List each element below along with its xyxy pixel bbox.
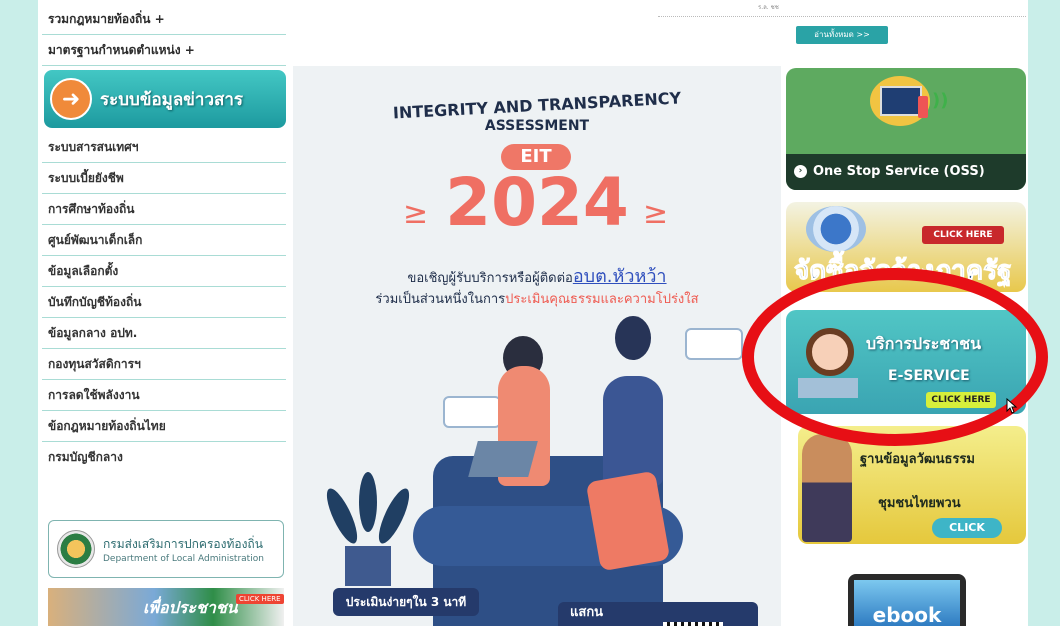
e-service-click-here: CLICK HERE [926,392,996,408]
for-people-text: เพื่อประชาชน [143,598,238,617]
service-agent-avatar [806,328,854,376]
desk-illustration [798,378,858,398]
sidebar-item-welfare-fund[interactable]: กองทุนสวัสดิการฯ [42,349,286,380]
for-people-banner[interactable]: เพื่อประชาชน CLICK HERE [48,588,284,626]
sidebar-item-local-education[interactable]: การศึกษาท้องถิ่น [42,194,286,225]
info-system-label: ระบบข้อมูลข่าวสาร [100,89,244,110]
oss-label-bar: › One Stop Service (OSS) [786,154,1026,190]
join-prefix: ร่วมเป็นส่วนหนึ่งในการ [375,292,506,307]
sidebar-item-child-center[interactable]: ศูนย์พัฒนาเด็กเล็ก [42,225,286,256]
oss-label: One Stop Service (OSS) [813,164,985,179]
dla-english-name: Department of Local Administration [103,553,264,564]
laptop-icon [468,441,538,477]
tiny-text: ร.ล. ชช [758,4,779,11]
man-head [615,316,651,360]
chevron-right-icon: › [794,165,807,178]
monitor-icon [880,86,922,116]
sidebar-item-allowance[interactable]: ระบบเบี้ยยังชีพ [42,163,286,194]
left-sidebar: รวมกฎหมายท้องถิ่น + มาตรฐานกำหนดตำแหน่ง … [40,0,288,626]
dla-thai-name: กรมส่งเสริมการปกครองท้องถิ่น [103,536,263,551]
easy-assessment-pill: ประเมินง่ายๆใน 3 นาที [333,588,479,616]
scan-label: แสกน [558,602,758,626]
ebook-label: ebook [854,580,960,626]
e-service-banner[interactable]: บริการประชาชน E-SERVICE CLICK HERE [786,310,1026,414]
menu-local-law-collection[interactable]: รวมกฎหมายท้องถิ่น + [42,4,286,35]
plant-illustration [321,466,415,586]
read-all-button[interactable]: อ่านทั้งหมด >> [796,26,888,44]
public-service-label: บริการประชาชน [866,334,981,353]
culture-click-button: CLICK [932,518,1002,538]
poster-year: 2024 [445,164,629,241]
ebook-banner[interactable]: ebook [848,574,966,626]
traditional-woman-illustration [802,434,852,542]
invite-org: อบต.หัวหว้า [572,266,667,287]
culture-database-banner[interactable]: ฐานข้อมูลวัฒนธรรม ชุมชนไทยพวน CLICK [798,426,1026,544]
man-illustration [603,376,663,486]
sidebar-item-local-accounting[interactable]: บันทึกบัญชีท้องถิ่น [42,287,286,318]
dla-link[interactable]: กรมส่งเสริมการปกครองท้องถิ่น Department … [48,520,284,578]
join-highlight: ประเมินคุณธรรมและความโปร่งใส [505,292,699,307]
invite-prefix: ขอเชิญผู้รับบริการหรือผู้ติดต่อ [407,271,573,286]
poster-invite-line: ขอเชิญผู้รับบริการหรือผู้ติดต่ออบต.หัวหว… [293,261,781,290]
arrow-right-icon: ➜ [50,78,92,120]
pointer-cursor-icon [1006,398,1018,414]
eit-poster[interactable]: INTEGRITY AND TRANSPARENCY ASSESSMENT EI… [293,66,781,626]
procurement-title: จัดซื้อจัดจ้างภาครัฐ [794,256,1012,287]
sidebar-item-central-data[interactable]: ข้อมูลกลาง อปท. [42,318,286,349]
qr-code [663,622,723,626]
wifi-icon: )) [932,90,949,111]
click-here-tag: CLICK HERE [236,594,284,604]
dla-seal-logo [57,530,95,568]
info-system-banner[interactable]: ➜ ระบบข้อมูลข่าวสาร [44,70,286,128]
decor-lines-right: ≥ [643,196,669,231]
poster-join-line: ร่วมเป็นส่วนหนึ่งในการประเมินคุณธรรมและค… [293,288,781,309]
procurement-logo [806,206,866,252]
chat-bubble-icon [443,396,501,428]
government-procurement-banner[interactable]: CLICK HERE จัดซื้อจัดจ้างภาครัฐ [786,202,1026,292]
poster-title-line2: ASSESSMENT [484,118,590,134]
e-service-label: E-SERVICE [888,368,970,384]
chat-bubble-icon [685,328,743,360]
sidebar-item-energy-saving[interactable]: การลดใช้พลังงาน [42,380,286,411]
menu-position-standards[interactable]: มาตรฐานกำหนดตำแหน่ง + [42,35,286,66]
click-here-button: CLICK HERE [922,226,1004,244]
culture-line1: ฐานข้อมูลวัฒนธรรม [860,452,975,467]
news-divider: ร.ล. ชช [658,0,1026,17]
sidebar-item-election[interactable]: ข้อมูลเลือกตั้ง [42,256,286,287]
sidebar-item-information-system[interactable]: ระบบสารสนเทศฯ [42,132,286,163]
one-stop-service-banner[interactable]: )) › One Stop Service (OSS) [786,68,1026,190]
culture-line2: ชุมชนไทยพวน [878,496,961,511]
phone-icon [918,96,928,118]
sidebar-item-comptroller[interactable]: กรมบัญชีกลาง [42,442,286,473]
sidebar-item-thai-local-law[interactable]: ข้อกฎหมายท้องถิ่นไทย [42,411,286,442]
